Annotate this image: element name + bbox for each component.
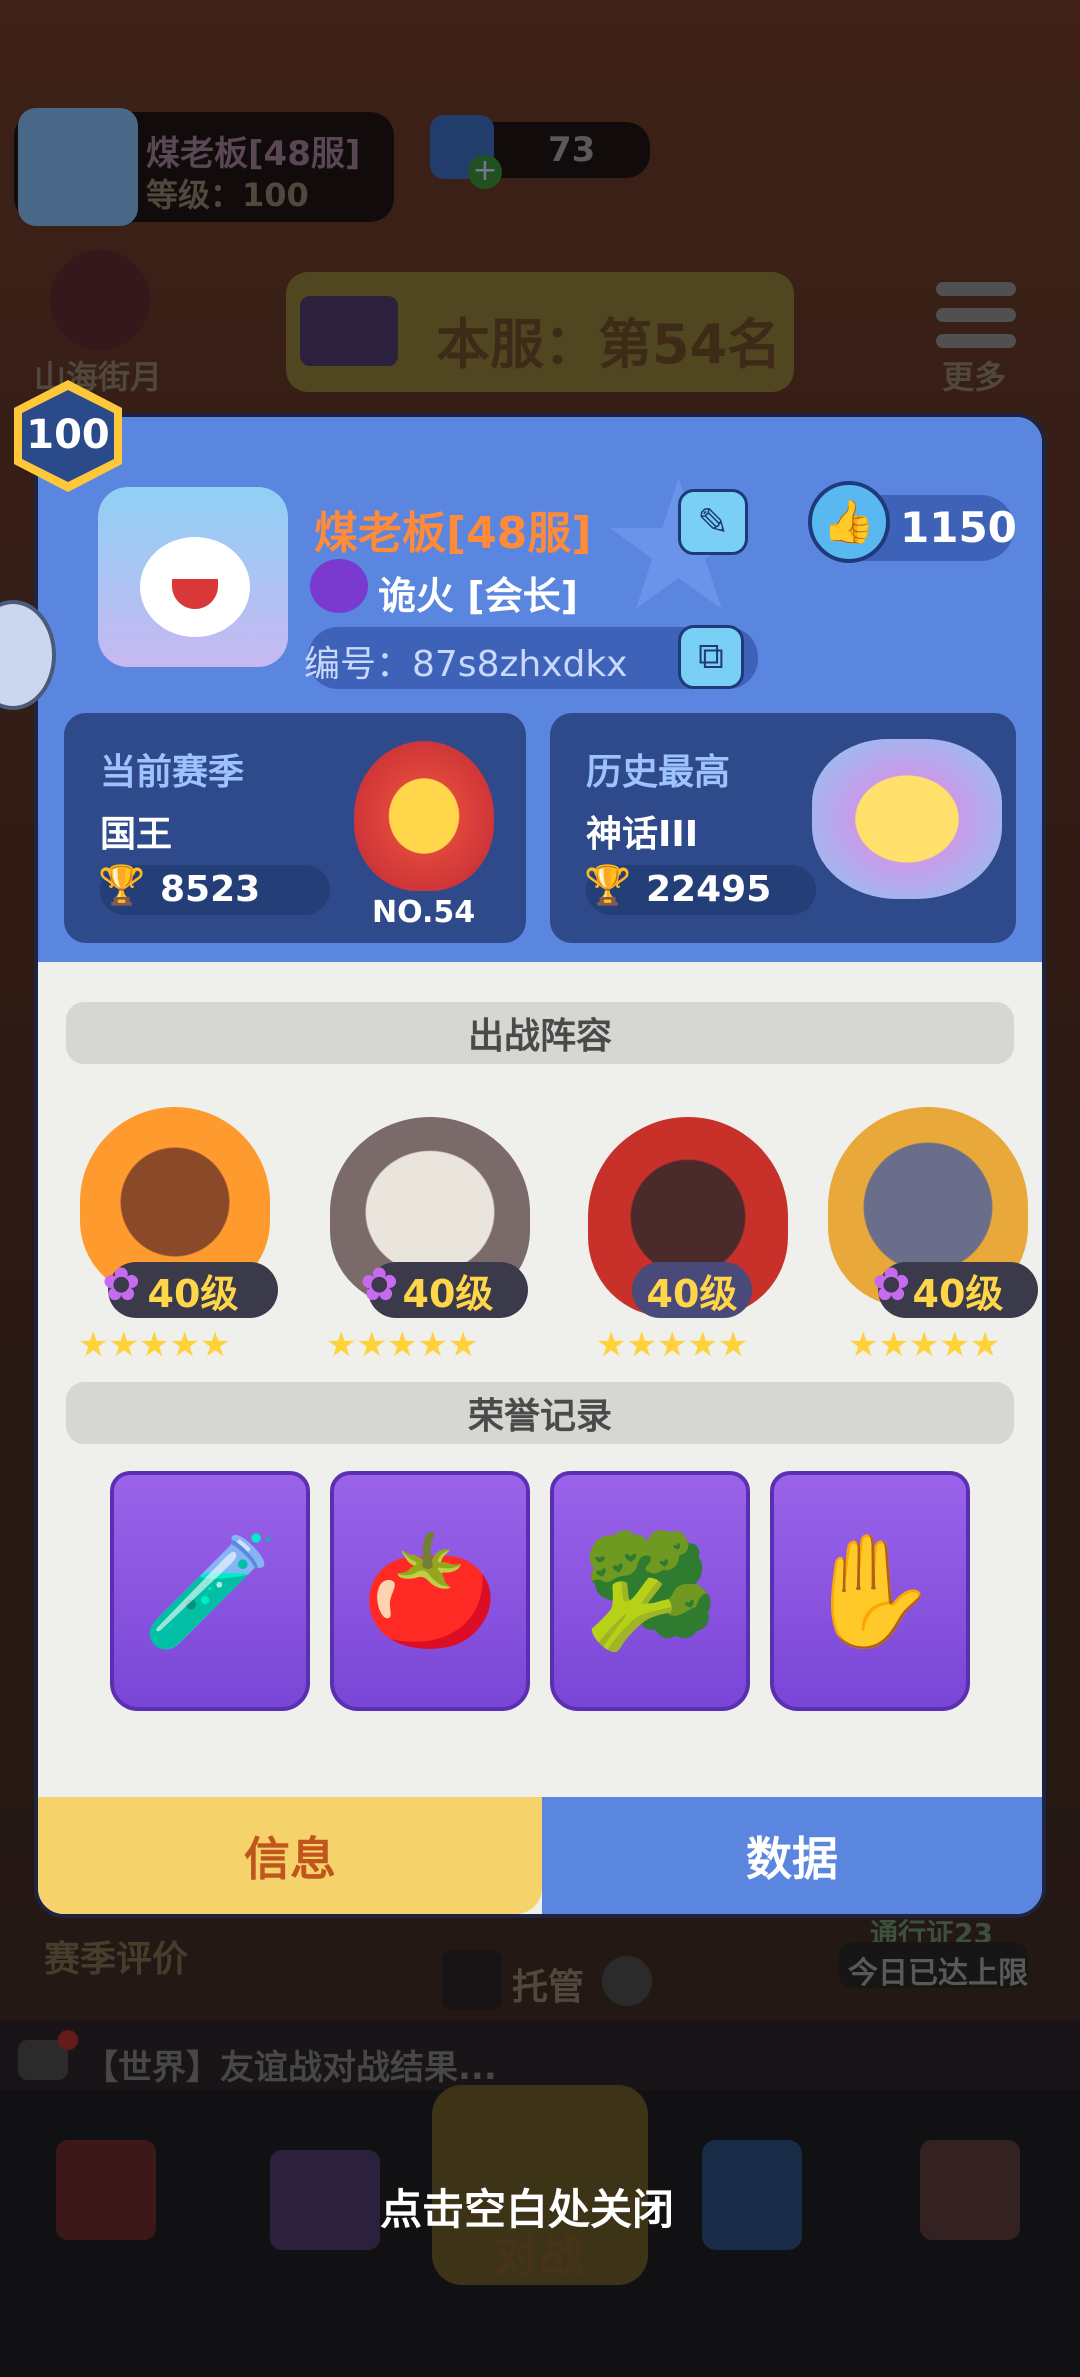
hero-stars: ★★★★★: [848, 1325, 1001, 1365]
player-avatar[interactable]: [98, 487, 288, 667]
history-best-title: 历史最高: [586, 752, 731, 793]
profile-popup: ★ ★ 煤老板[48服] 诡火 [会长] 编号：87s8zhxdkx ⧉ ✎ 👍…: [34, 413, 1046, 1918]
trophy-icon: 🏆: [584, 863, 632, 907]
tab-data[interactable]: 数据: [542, 1797, 1042, 1914]
hero-stars: ★★★★★: [596, 1325, 749, 1365]
star-flower-icon: ✿: [360, 1257, 399, 1311]
honor-tomato-badge[interactable]: 🍅: [330, 1471, 530, 1711]
edit-name-icon[interactable]: ✎: [678, 489, 748, 555]
tab-data-label: 数据: [746, 1831, 838, 1886]
history-best-trophies: 22495: [646, 869, 772, 910]
hero-slot-2[interactable]: 40级 ✿ ★★★★★: [298, 1037, 548, 1377]
honor-vegetable-badge[interactable]: 🥦: [550, 1471, 750, 1711]
honor-title: 荣誉记录: [467, 1396, 612, 1437]
honor-hand-badge[interactable]: ✋: [770, 1471, 970, 1711]
current-season-rank: 国王: [100, 814, 173, 855]
level-badge-value: 100: [26, 412, 110, 458]
thumbs-up-icon[interactable]: 👍: [808, 481, 890, 563]
potion-icon: 🧪: [141, 1526, 279, 1655]
history-best-card[interactable]: 历史最高 神话III 🏆 22495: [550, 713, 1016, 943]
vegetable-icon: 🥦: [581, 1526, 719, 1655]
honor-potion-badge[interactable]: 🧪: [110, 1471, 310, 1711]
close-hint[interactable]: 点击空白处关闭: [380, 2176, 674, 2237]
tomato-icon: 🍅: [361, 1526, 499, 1655]
guild-emblem-icon: [310, 559, 368, 613]
star-flower-icon: ✿: [102, 1257, 141, 1311]
hero-stars: ★★★★★: [78, 1325, 231, 1365]
history-best-rank: 神话III: [586, 814, 699, 855]
current-season-badge-label: NO.54: [372, 895, 476, 930]
trophy-icon: 🏆: [98, 863, 146, 907]
current-season-title: 当前赛季: [100, 752, 245, 793]
popup-player-name: 煤老板[48服]: [314, 508, 592, 559]
hero-stars: ★★★★★: [326, 1325, 479, 1365]
copy-icon[interactable]: ⧉: [678, 625, 744, 689]
hero-level: 40级: [632, 1262, 752, 1318]
hand-icon: ✋: [801, 1526, 939, 1655]
guild-name: 诡火 [会长]: [378, 574, 578, 618]
likes-count: 1150: [900, 503, 1017, 552]
mythic-rank-badge-icon: [812, 739, 1002, 899]
hero-slot-1[interactable]: 40级 ✿ ★★★★★: [58, 1077, 288, 1377]
king-rank-badge-icon: [354, 741, 494, 891]
current-season-trophies: 8523: [160, 869, 261, 910]
honor-header: 荣誉记录: [66, 1382, 1014, 1444]
current-season-card[interactable]: 当前赛季 国王 🏆 8523 NO.54: [64, 713, 526, 943]
hero-slot-4[interactable]: 40级 ✿ ★★★★★: [808, 1037, 1042, 1377]
star-flower-icon: ✿: [872, 1257, 911, 1311]
player-id: 编号：87s8zhxdkx: [304, 644, 628, 685]
tab-info[interactable]: 信息: [38, 1797, 542, 1914]
tab-info-label: 信息: [244, 1831, 336, 1886]
hero-slot-3[interactable]: 40级 ★★★★★: [558, 1057, 798, 1377]
